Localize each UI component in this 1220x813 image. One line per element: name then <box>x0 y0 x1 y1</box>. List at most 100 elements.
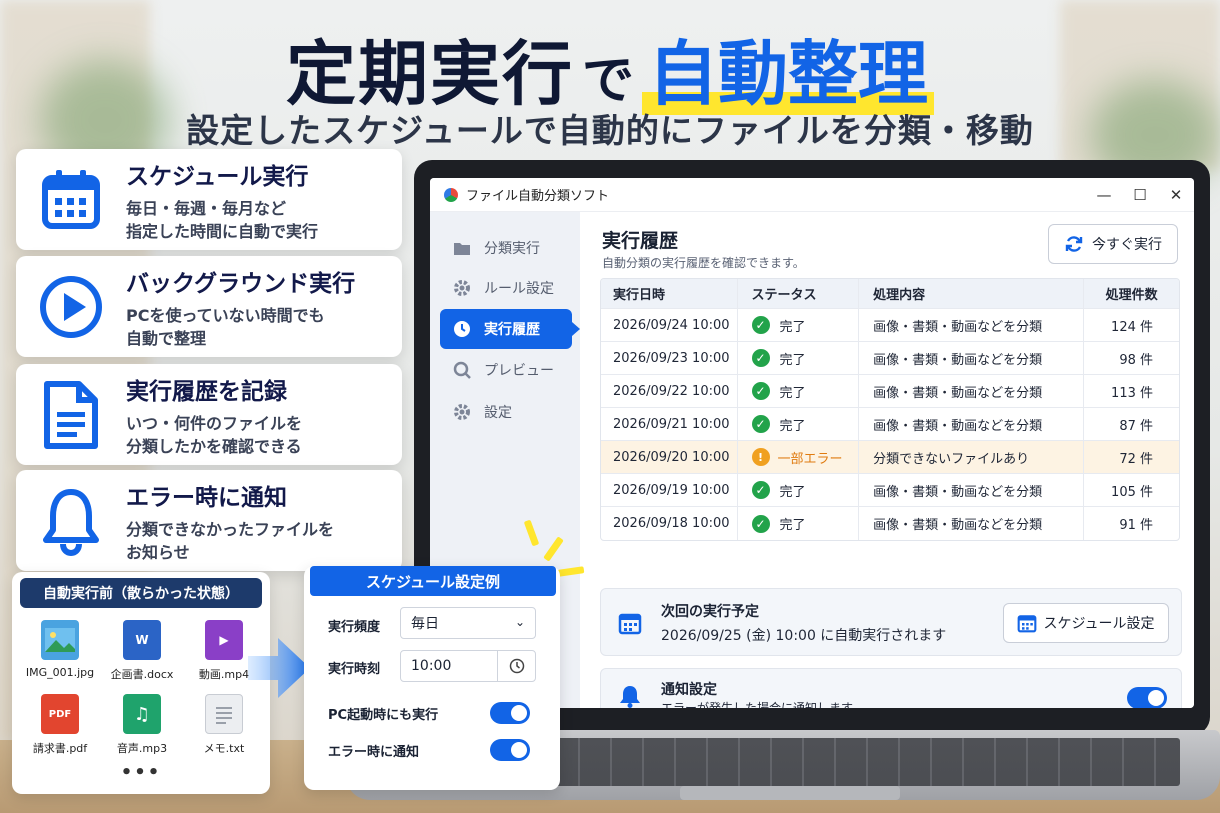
cell-datetime: 2026/09/18 10:00 <box>613 516 730 531</box>
check-icon: ✓ <box>751 514 770 533</box>
main-panel: 実行履歴 自動分類の実行履歴を確認できます。 今すぐ実行 実行日時 ステータス … <box>580 212 1194 708</box>
document-icon <box>16 364 126 465</box>
cell-datetime: 2026/09/20 10:00 <box>613 449 730 465</box>
arrow-right-icon <box>248 638 310 698</box>
table-row[interactable]: 2026/09/24 10:00 ✓ 完了 画像・書類・動画などを分類 124 件 <box>601 309 1179 342</box>
sidebar-item-settings[interactable]: 設定 <box>440 392 572 432</box>
cell-count: 113 件 <box>1083 375 1179 407</box>
window-controls: — ☐ ✕ <box>1086 178 1194 212</box>
minimize-button[interactable]: — <box>1086 178 1122 212</box>
cell-count: 91 件 <box>1083 507 1179 540</box>
startup-run-label: PC起動時にも実行 <box>328 708 439 723</box>
feature-card-background: バックグラウンド実行 PCを使っていない時間でも 自動で整理 <box>16 256 402 357</box>
word-file-icon: W <box>123 620 161 660</box>
settings-icon <box>452 402 472 422</box>
table-row[interactable]: 2026/09/22 10:00 ✓ 完了 画像・書類・動画などを分類 113 件 <box>601 375 1179 408</box>
cell-content: 画像・書類・動画などを分類 <box>858 507 1083 540</box>
page-title: 実行履歴 <box>602 230 679 252</box>
window-title: ファイル自動分類ソフト <box>466 189 610 204</box>
bell-icon <box>617 683 643 708</box>
table-row[interactable]: 2026/09/20 10:00! 一部エラー 分類できないファイルあり 72 件 <box>601 441 1179 474</box>
more-files-indicator: ••• <box>120 762 162 783</box>
startup-run-toggle[interactable] <box>490 702 530 724</box>
close-button[interactable]: ✕ <box>1158 178 1194 212</box>
calendar-icon <box>16 149 126 250</box>
file-name: 請求書.pdf <box>32 742 88 755</box>
feature-desc-line2: 指定した時間に自動で実行 <box>126 221 319 241</box>
audio-file-icon: ♫ <box>123 694 161 734</box>
cell-status: ! 一部エラー <box>736 441 859 473</box>
time-input[interactable]: 10:00 <box>400 650 536 682</box>
feature-card-history: 実行履歴を記録 いつ・何件のファイルを 分類したかを確認できる <box>16 364 402 465</box>
table-header: 実行日時 ステータス 処理内容 処理件数 <box>601 279 1179 309</box>
table-row[interactable]: 2026/09/19 10:00 ✓ 完了 画像・書類・動画などを分類 105 件 <box>601 474 1179 507</box>
cell-count: 105 件 <box>1083 474 1179 506</box>
sidebar-item-history[interactable]: 実行履歴 <box>440 309 580 349</box>
cell-count: 124 件 <box>1083 309 1179 341</box>
cell-status: ✓ 完了 <box>736 507 859 540</box>
cell-content: 画像・書類・動画などを分類 <box>858 474 1083 506</box>
run-now-button[interactable]: 今すぐ実行 <box>1048 224 1178 264</box>
sidebar-item-label: ルール設定 <box>484 281 554 297</box>
feature-desc-line2: お知らせ <box>126 542 190 562</box>
before-files-card: 自動実行前（散らかった状態） IMG_001.jpg W 企画書.docx ▶ … <box>12 572 270 794</box>
next-run-desc: 2026/09/25 (金) 10:00 に自動実行されます <box>661 628 947 644</box>
maximize-button[interactable]: ☐ <box>1122 178 1158 212</box>
cell-count: 98 件 <box>1083 342 1179 374</box>
chevron-down-icon: ⌄ <box>514 615 525 629</box>
file-name: メモ.txt <box>203 742 245 755</box>
error-notify-label: エラー時に通知 <box>328 745 420 760</box>
headline-subtitle: 設定したスケジュールで自動的にファイルを分類・移動 <box>186 111 1034 150</box>
table-row[interactable]: 2026/09/18 10:00 ✓ 完了 画像・書類・動画などを分類 91 件 <box>601 507 1179 540</box>
before-title: 自動実行前（散らかった状態） <box>20 578 262 608</box>
headline-accent: 自動整理 <box>642 33 934 115</box>
cell-content: 分類できないファイルあり <box>858 441 1083 473</box>
file-name: 企画書.docx <box>110 668 174 681</box>
table-row[interactable]: 2026/09/21 10:00 ✓ 完了 画像・書類・動画などを分類 87 件 <box>601 408 1179 441</box>
column-header: 処理内容 <box>858 279 1083 308</box>
status-text: 完了 <box>779 319 806 335</box>
feature-title: 実行履歴を記録 <box>126 378 287 405</box>
cell-content: 画像・書類・動画などを分類 <box>858 342 1083 374</box>
notification-panel: 通知設定 エラーが発生した場合に通知します <box>600 668 1182 708</box>
clock-icon <box>497 651 535 681</box>
cell-status: ✓ 完了 <box>736 375 859 407</box>
frequency-label: 実行頻度 <box>328 620 381 635</box>
error-notify-toggle[interactable] <box>490 739 530 761</box>
schedule-example-card: スケジュール設定例 実行頻度 毎日 ⌄ 実行時刻 10:00 PC起動時にも実行… <box>304 566 560 790</box>
schedule-settings-button[interactable]: スケジュール設定 <box>1003 603 1169 643</box>
frequency-select[interactable]: 毎日 ⌄ <box>400 607 536 639</box>
table-row[interactable]: 2026/09/23 10:00 ✓ 完了 画像・書類・動画などを分類 98 件 <box>601 342 1179 375</box>
cell-status: ✓ 完了 <box>736 309 859 341</box>
sidebar-item-classify[interactable]: 分類実行 <box>440 228 572 268</box>
cell-content: 画像・書類・動画などを分類 <box>858 375 1083 407</box>
status-text: 一部エラー <box>777 451 843 467</box>
sidebar-item-preview[interactable]: プレビュー <box>440 350 572 390</box>
play-icon <box>16 256 126 357</box>
feature-desc-line1: いつ・何件のファイルを <box>126 413 303 433</box>
feature-card-schedule: スケジュール実行 毎日・毎週・毎月など 指定した時間に自動で実行 <box>16 149 402 250</box>
column-header: 実行日時 <box>613 288 666 303</box>
feature-title: バックグラウンド実行 <box>126 270 356 297</box>
folder-icon <box>452 238 472 258</box>
feature-card-notify: エラー時に通知 分類できなかったファイルを お知らせ <box>16 470 402 571</box>
notify-title: 通知設定 <box>661 682 717 698</box>
cell-datetime: 2026/09/23 10:00 <box>613 350 730 366</box>
calendar-icon <box>1018 615 1037 633</box>
file-name: IMG_001.jpg <box>25 666 95 679</box>
page-subtitle: 自動分類の実行履歴を確認できます。 <box>602 256 805 270</box>
column-header: ステータス <box>736 279 859 308</box>
laptop-trackpad <box>680 786 900 800</box>
notify-toggle[interactable] <box>1127 687 1167 708</box>
column-header: 処理件数 <box>1083 279 1179 308</box>
cell-status: ✓ 完了 <box>736 342 859 374</box>
feature-title: エラー時に通知 <box>126 484 287 511</box>
status-text: 完了 <box>779 484 806 500</box>
status-text: 完了 <box>779 418 806 434</box>
feature-desc-line1: 分類できなかったファイルを <box>126 519 335 539</box>
check-icon: ✓ <box>751 481 770 499</box>
cell-datetime: 2026/09/21 10:00 <box>613 416 730 432</box>
refresh-icon <box>1065 236 1083 252</box>
sidebar-item-rules[interactable]: ルール設定 <box>440 268 572 308</box>
cell-content: 画像・書類・動画などを分類 <box>858 408 1083 440</box>
